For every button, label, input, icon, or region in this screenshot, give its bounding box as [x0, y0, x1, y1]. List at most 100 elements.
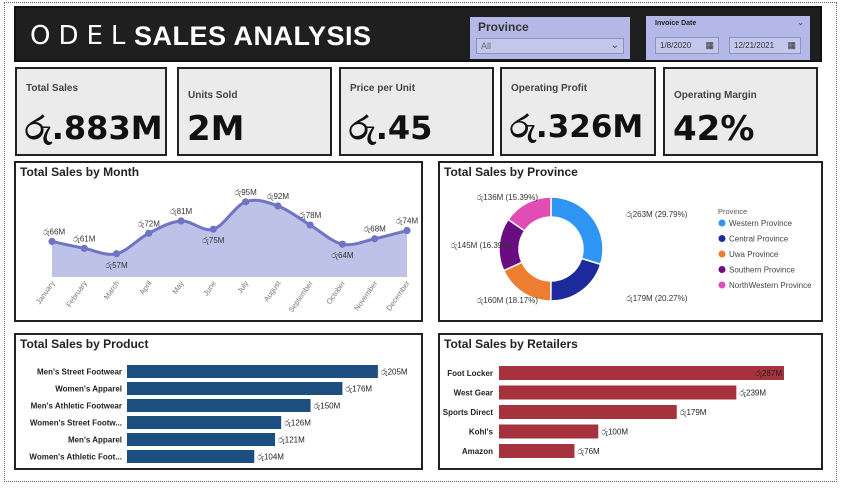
category-label: Women's Apparel — [55, 384, 122, 393]
category-label: Men's Athletic Footwear — [31, 401, 122, 410]
category-label: Sports Direct — [443, 408, 494, 417]
data-label: රු126M — [284, 418, 311, 427]
data-point — [48, 237, 56, 246]
x-tick-label: April — [137, 279, 153, 297]
legend-marker — [718, 281, 726, 289]
data-label: රු57M — [105, 261, 128, 270]
chart-title: Total Sales by Month — [20, 165, 140, 179]
panel-sales-by-province: Total Sales by Province රු263M (29.79%) ර… — [438, 161, 823, 322]
x-tick-label: June — [201, 279, 218, 297]
legend-label: Central Province — [729, 235, 789, 244]
bar — [127, 382, 343, 395]
data-point — [112, 250, 121, 258]
chevron-down-icon: ⌄ — [610, 40, 619, 51]
data-point — [338, 240, 347, 248]
panel-sales-by-retailers: Total Sales by Retailers Foot Locker රු28… — [438, 333, 823, 470]
bar — [499, 366, 784, 380]
x-tick-label: October — [324, 279, 347, 306]
slice-label: රු136M (15.39%) — [477, 193, 539, 202]
legend-title: Province — [718, 207, 747, 216]
legend-marker — [718, 219, 726, 227]
data-label: රු61M — [73, 234, 96, 243]
category-label: Women's Athletic Foot... — [29, 452, 122, 461]
data-label: රු287M — [755, 369, 782, 378]
legend-label: Southern Province — [729, 266, 795, 275]
data-point — [306, 221, 314, 229]
category-label: Amazon — [462, 447, 493, 456]
x-tick-label: September — [286, 279, 315, 315]
calendar-icon[interactable]: ▦ — [705, 40, 714, 51]
x-tick-label: December — [384, 279, 412, 313]
kpi-value: රු.326M — [510, 109, 644, 145]
data-label: රු78M — [299, 211, 322, 220]
start-date-value: 1/8/2020 — [660, 41, 692, 50]
data-label: රු150M — [314, 401, 341, 410]
data-label: රු100M — [601, 428, 628, 437]
data-label: රු81M — [170, 207, 193, 216]
data-label: රු205M — [381, 367, 408, 376]
chart-title: Total Sales by Province — [444, 165, 578, 179]
data-label: රු92M — [267, 192, 290, 201]
data-label: රු66M — [43, 227, 66, 236]
panel-sales-by-month: Total Sales by Month රු66M January රු61M Fe… — [14, 161, 423, 322]
province-slicer-label: Province — [478, 20, 529, 34]
data-point — [403, 226, 411, 235]
product-bar-chart[interactable]: Men's Street Footwear රු205M Women's Appar… — [16, 335, 421, 468]
chart-title: Total Sales by Product — [20, 337, 149, 351]
data-label: රු64M — [331, 251, 354, 260]
data-label: රු176M — [345, 384, 372, 393]
bar — [127, 399, 311, 412]
data-point — [242, 198, 250, 206]
data-label: රු121M — [278, 435, 305, 444]
bar — [127, 433, 276, 446]
data-label: රු75M — [202, 236, 225, 245]
page-title: SALES ANALYSIS — [134, 21, 372, 51]
slice-label: රු263M (29.79%) — [626, 210, 688, 219]
month-area-chart[interactable]: රු66M January රු61M February රු57M March රු72M… — [16, 163, 421, 320]
data-label: රු68M — [364, 225, 387, 234]
brand-logo: ODEL — [30, 21, 134, 51]
retailer-bar-chart[interactable]: Foot Locker රු287M West Gear රු239M Sports D… — [440, 335, 821, 468]
x-tick-label: March — [102, 279, 121, 301]
kpi-price-per-unit: Price per Unit රු.45 — [339, 67, 494, 156]
slice-label: රු179M (20.27%) — [626, 294, 688, 303]
legend-marker — [718, 266, 726, 273]
data-label: රු104M — [257, 452, 284, 461]
chevron-down-icon[interactable]: ⌄ — [797, 18, 804, 27]
slice-label: රු145M (16.39%) — [451, 241, 513, 250]
date-slicer: Invoice Date ⌄ 1/8/2020 ▦ 12/21/2021 ▦ — [646, 16, 810, 60]
category-label: Men's Apparel — [68, 435, 122, 444]
kpi-label: Total Sales — [26, 83, 79, 94]
legend-label: Western Province — [729, 219, 793, 228]
kpi-operating-profit: Operating Profit රු.326M — [500, 67, 656, 156]
start-date-input[interactable]: 1/8/2020 ▦ — [655, 37, 719, 54]
x-tick-label: July — [235, 279, 250, 295]
province-slicer: Province All ⌄ — [470, 17, 630, 59]
province-donut-chart[interactable]: රු263M (29.79%) රු179M (20.27%) රු160M (18… — [440, 163, 821, 320]
data-point — [145, 229, 153, 237]
kpi-value: 42% — [673, 109, 755, 149]
panel-sales-by-product: Total Sales by Product Men's Street Foot… — [14, 333, 423, 470]
chart-title: Total Sales by Retailers — [444, 337, 578, 351]
kpi-label: Units Sold — [188, 90, 238, 101]
donut-slice — [550, 196, 604, 266]
bar — [127, 365, 378, 378]
bar — [499, 444, 575, 458]
data-label: රු179M — [680, 408, 707, 417]
data-label: රු239M — [739, 389, 766, 398]
data-point — [177, 217, 185, 225]
kpi-value: රු.883M — [25, 109, 163, 147]
data-label: රු95M — [235, 188, 258, 197]
end-date-input[interactable]: 12/21/2021 ▦ — [729, 37, 801, 54]
province-dropdown[interactable]: All ⌄ — [476, 38, 624, 54]
legend-marker — [718, 250, 726, 258]
legend-marker — [718, 235, 726, 242]
kpi-operating-margin: Operating Margin 42% — [663, 67, 818, 156]
slice-label: රු160M (18.17%) — [477, 296, 539, 305]
data-point — [80, 244, 88, 252]
bar — [499, 424, 599, 439]
data-label: රු76M — [577, 447, 600, 456]
calendar-icon[interactable]: ▦ — [787, 40, 796, 51]
header-bar: ODEL SALES ANALYSIS Province All ⌄ Invoi… — [14, 6, 822, 62]
x-tick-label: January — [34, 279, 57, 306]
